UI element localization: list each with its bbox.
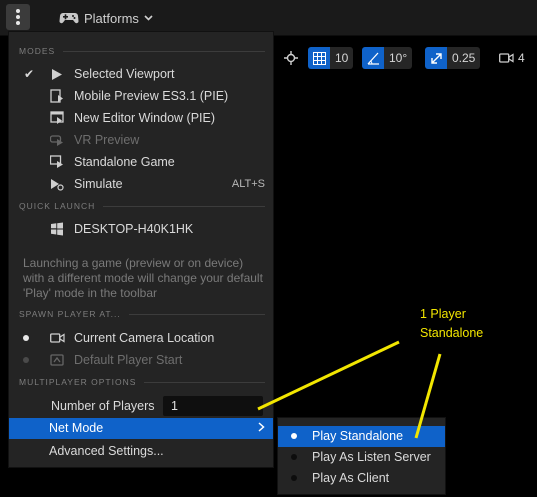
scale-icon xyxy=(425,47,447,69)
kebab-dot xyxy=(16,21,20,25)
play-options-menu: MODES ✔ Selected Viewport Mobile Preview… xyxy=(8,31,274,468)
player-start-icon xyxy=(49,352,65,368)
radio-unselected-icon xyxy=(291,454,297,460)
mobile-preview-icon xyxy=(49,88,65,104)
net-mode-option-label: Play As Listen Server xyxy=(312,450,431,464)
viewport-tools: 10 10° 0.25 4 xyxy=(280,47,537,69)
camera-speed-value: 4 xyxy=(518,51,525,65)
grid-snap-toggle[interactable]: 10 xyxy=(308,47,354,69)
spawn-default-player-start[interactable]: Default Player Start xyxy=(9,349,273,371)
play-icon xyxy=(49,66,65,82)
shortcut-label: ALT+S xyxy=(231,178,265,190)
radio-selected-icon xyxy=(23,335,29,341)
radio-selected-icon xyxy=(291,433,297,439)
spawn-label: Current Camera Location xyxy=(74,331,215,345)
grid-icon xyxy=(308,47,330,69)
net-mode-client[interactable]: Play As Client xyxy=(278,468,445,489)
radio-unselected-icon xyxy=(23,357,29,363)
mode-label: VR Preview xyxy=(74,133,140,147)
device-label: DESKTOP-H40K1HK xyxy=(74,222,194,236)
radio-unselected-icon xyxy=(291,475,297,481)
sparkle-icon xyxy=(280,47,302,69)
transform-tool-button[interactable] xyxy=(280,47,302,69)
mode-label: Mobile Preview ES3.1 (PIE) xyxy=(74,89,229,103)
grid-snap-value[interactable]: 10 xyxy=(330,47,354,69)
standalone-icon xyxy=(49,154,65,170)
annotation-line: Standalone xyxy=(420,326,484,340)
spawn-current-camera[interactable]: Current Camera Location xyxy=(9,327,273,349)
mode-label: Simulate xyxy=(74,177,123,191)
advanced-settings-item[interactable]: Advanced Settings... xyxy=(49,444,164,458)
net-mode-label: Net Mode xyxy=(49,421,104,435)
chevron-down-icon xyxy=(144,15,153,21)
desktop-icon xyxy=(49,221,65,237)
kebab-dot xyxy=(16,9,20,13)
mode-label: Standalone Game xyxy=(74,155,175,169)
camera-icon xyxy=(495,47,517,69)
camera-speed-button[interactable]: 4 xyxy=(495,47,530,69)
angle-icon xyxy=(362,47,384,69)
vr-preview-icon xyxy=(49,132,65,148)
launch-description: Launching a game (preview or on device) … xyxy=(23,256,263,300)
annotation-arrow-netmode xyxy=(257,340,400,411)
net-mode-submenu: Play Standalone Play As Listen Server Pl… xyxy=(277,417,446,495)
more-options-button[interactable] xyxy=(6,4,30,30)
mode-simulate[interactable]: Simulate ALT+S xyxy=(9,173,273,195)
simulate-icon xyxy=(49,176,65,192)
net-mode-listen-server[interactable]: Play As Listen Server xyxy=(278,447,445,468)
platforms-dropdown[interactable]: Platforms xyxy=(59,8,153,28)
annotation-line: 1 Player xyxy=(420,307,466,321)
net-mode-item[interactable]: Net Mode xyxy=(9,418,273,439)
mode-vr-preview[interactable]: VR Preview xyxy=(9,129,273,151)
multiplayer-header: MULTIPLAYER OPTIONS xyxy=(19,376,265,388)
quick-launch-device[interactable]: DESKTOP-H40K1HK xyxy=(9,218,273,240)
mode-standalone-game[interactable]: Standalone Game xyxy=(9,151,273,173)
net-mode-play-standalone[interactable]: Play Standalone xyxy=(278,426,445,447)
rotation-snap-toggle[interactable]: 10° xyxy=(362,47,413,69)
spawn-header: SPAWN PLAYER AT... xyxy=(19,308,265,320)
spawn-label: Default Player Start xyxy=(74,353,183,367)
checkmark-icon: ✔ xyxy=(24,67,35,81)
camera-icon xyxy=(49,330,65,346)
modes-header: MODES xyxy=(19,45,265,57)
mode-new-editor-window[interactable]: New Editor Window (PIE) xyxy=(9,107,273,129)
kebab-dot xyxy=(16,15,20,19)
net-mode-option-label: Play As Client xyxy=(312,471,390,485)
rotation-snap-value[interactable]: 10° xyxy=(384,47,413,69)
chevron-right-icon xyxy=(258,421,265,435)
scale-snap-toggle[interactable]: 0.25 xyxy=(425,47,481,69)
net-mode-option-label: Play Standalone xyxy=(312,429,404,443)
platforms-label: Platforms xyxy=(84,10,139,26)
mode-label: Selected Viewport xyxy=(74,67,175,81)
quick-launch-header: QUICK LAUNCH xyxy=(19,200,265,212)
mode-selected-viewport[interactable]: ✔ Selected Viewport xyxy=(9,63,273,85)
scale-snap-value[interactable]: 0.25 xyxy=(447,47,481,69)
annotation-text: 1 Player Standalone xyxy=(420,305,483,343)
number-of-players-label: Number of Players xyxy=(51,399,155,413)
number-of-players-input[interactable]: 1 xyxy=(163,396,263,416)
mode-mobile-preview[interactable]: Mobile Preview ES3.1 (PIE) xyxy=(9,85,273,107)
new-window-icon xyxy=(49,110,65,126)
gamepad-icon xyxy=(59,13,79,24)
mode-label: New Editor Window (PIE) xyxy=(74,111,216,125)
